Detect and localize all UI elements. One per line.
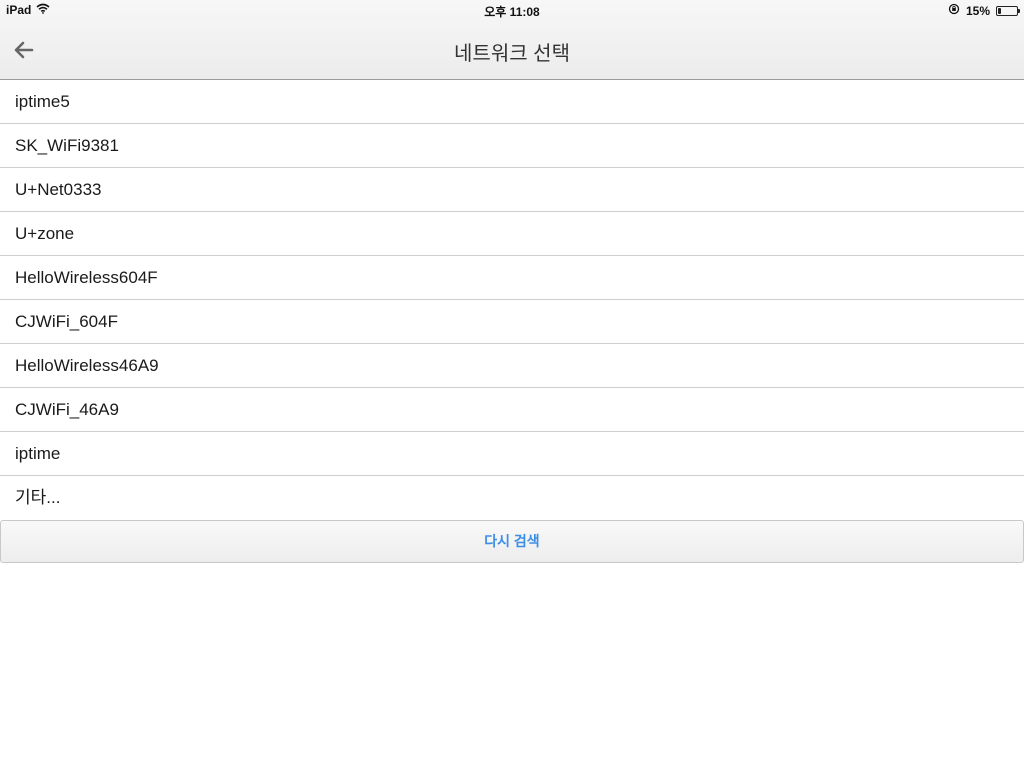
network-list: iptime5 SK_WiFi9381 U+Net0333 U+zone Hel… bbox=[0, 80, 1024, 520]
battery-percent: 15% bbox=[965, 3, 990, 18]
status-time: 오후 11:08 bbox=[484, 5, 540, 19]
network-item[interactable]: U+Net0333 bbox=[0, 168, 1024, 212]
rescan-button[interactable]: 다시 검색 bbox=[0, 520, 1024, 563]
network-item[interactable]: HelloWireless604F bbox=[0, 256, 1024, 300]
network-item[interactable]: HelloWireless46A9 bbox=[0, 344, 1024, 388]
network-item[interactable]: CJWiFi_46A9 bbox=[0, 388, 1024, 432]
battery-icon bbox=[996, 5, 1020, 16]
status-right: 15% bbox=[948, 3, 1020, 18]
network-item[interactable]: U+zone bbox=[0, 212, 1024, 256]
battery-level bbox=[998, 7, 1001, 14]
network-item[interactable]: SK_WiFi9381 bbox=[0, 124, 1024, 168]
other-network-item[interactable]: 기타... bbox=[0, 476, 1024, 520]
status-bar: iPad 오후 11:08 15% bbox=[0, 0, 1024, 20]
network-item[interactable]: iptime bbox=[0, 432, 1024, 476]
network-item[interactable]: CJWiFi_604F bbox=[0, 300, 1024, 344]
navigation-bar: 네트워크 선택 bbox=[0, 20, 1024, 79]
top-bar: iPad 오후 11:08 15% 네트워크 선택 bbox=[0, 0, 1024, 80]
network-item[interactable]: iptime5 bbox=[0, 80, 1024, 124]
orientation-lock-icon bbox=[948, 3, 960, 18]
battery-tip bbox=[1018, 8, 1020, 13]
page-title: 네트워크 선택 bbox=[454, 43, 570, 65]
